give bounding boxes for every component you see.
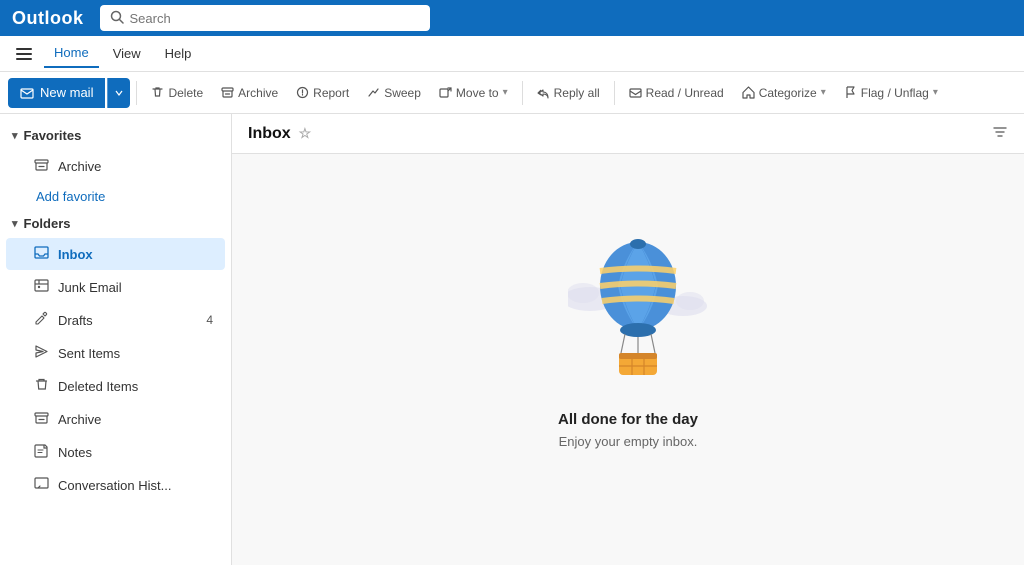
empty-subtitle: Enjoy your empty inbox. [559, 434, 698, 449]
search-box[interactable] [100, 5, 430, 31]
flag-unflag-button[interactable]: Flag / Unflag [836, 78, 946, 108]
sidebar: ▾ Favorites Archive Add favorite ▾ Folde… [0, 114, 232, 565]
drafts-label: Drafts [58, 313, 93, 328]
flag-unflag-label: Flag / Unflag [861, 86, 929, 100]
sidebar-item-junk[interactable]: Junk Email [6, 271, 225, 303]
inbox-title: Inbox [248, 125, 291, 143]
move-to-button[interactable]: Move to [431, 78, 516, 108]
move-to-label: Move to [456, 86, 499, 100]
delete-button[interactable]: Delete [143, 78, 211, 108]
conversation-label: Conversation Hist... [58, 478, 171, 493]
filter-icon[interactable] [992, 124, 1008, 143]
balloon-svg [568, 231, 708, 401]
junk-icon [34, 278, 50, 296]
menu-view[interactable]: View [103, 40, 151, 67]
drafts-icon [34, 311, 50, 329]
sidebar-item-sent[interactable]: Sent Items [6, 337, 225, 369]
reply-all-label: Reply all [554, 86, 600, 100]
empty-title: All done for the day [558, 411, 698, 428]
new-mail-button[interactable]: New mail [8, 78, 105, 108]
sidebar-item-deleted[interactable]: Deleted Items [6, 370, 225, 402]
archive-folder-icon [34, 410, 50, 428]
search-input[interactable] [130, 11, 420, 26]
deleted-icon [34, 377, 50, 395]
read-unread-button[interactable]: Read / Unread [621, 78, 732, 108]
sidebar-item-archive[interactable]: Archive [6, 403, 225, 435]
toolbar: New mail Delete Archive Report Sweep [0, 72, 1024, 114]
favorites-label: Favorites [24, 128, 82, 143]
sidebar-item-notes[interactable]: Notes [6, 436, 225, 468]
inbox-icon [34, 245, 50, 263]
sent-icon [34, 344, 50, 362]
favorites-section-header[interactable]: ▾ Favorites [0, 122, 231, 149]
toolbar-divider-2 [522, 81, 523, 105]
report-button[interactable]: Report [288, 78, 357, 108]
hamburger-button[interactable] [8, 40, 40, 68]
notes-icon [34, 443, 50, 461]
new-mail-label: New mail [40, 85, 93, 100]
archive-favorite-icon [34, 157, 50, 175]
conversation-icon [34, 476, 50, 494]
read-unread-label: Read / Unread [646, 86, 724, 100]
new-mail-dropdown-button[interactable] [107, 78, 130, 108]
archive-toolbar-button[interactable]: Archive [213, 78, 286, 108]
content-panel: Inbox ☆ [232, 114, 1024, 565]
notes-label: Notes [58, 445, 92, 460]
inbox-label: Inbox [58, 247, 93, 262]
sidebar-item-conversation[interactable]: Conversation Hist... [6, 469, 225, 501]
archive-toolbar-label: Archive [238, 86, 278, 100]
sidebar-item-inbox[interactable]: Inbox [6, 238, 225, 270]
content-header: Inbox ☆ [232, 114, 1024, 154]
report-label: Report [313, 86, 349, 100]
folders-label: Folders [24, 216, 71, 231]
add-favorite-button[interactable]: Add favorite [0, 183, 231, 210]
topbar: Outlook [0, 0, 1024, 36]
star-icon[interactable]: ☆ [299, 125, 312, 142]
menu-home[interactable]: Home [44, 39, 99, 68]
toolbar-divider-1 [136, 81, 137, 105]
delete-label: Delete [168, 86, 203, 100]
sidebar-item-archive-favorite[interactable]: Archive [6, 150, 225, 182]
folders-chevron-icon: ▾ [12, 217, 18, 230]
archive-favorite-label: Archive [58, 159, 101, 174]
menubar: Home View Help [0, 36, 1024, 72]
toolbar-divider-3 [614, 81, 615, 105]
sidebar-item-drafts[interactable]: Drafts 4 [6, 304, 225, 336]
balloon-illustration [568, 231, 688, 391]
empty-state: All done for the day Enjoy your empty in… [232, 154, 1024, 565]
archive-folder-label: Archive [58, 412, 101, 427]
drafts-badge: 4 [206, 313, 213, 327]
junk-label: Junk Email [58, 280, 122, 295]
favorites-chevron-icon: ▾ [12, 129, 18, 142]
deleted-label: Deleted Items [58, 379, 138, 394]
sent-label: Sent Items [58, 346, 120, 361]
sweep-button[interactable]: Sweep [359, 78, 429, 108]
categorize-button[interactable]: Categorize [734, 78, 834, 108]
menu-help[interactable]: Help [155, 40, 202, 67]
search-icon [110, 10, 124, 27]
reply-all-button[interactable]: Reply all [529, 78, 608, 108]
sweep-label: Sweep [384, 86, 421, 100]
folders-section-header[interactable]: ▾ Folders [0, 210, 231, 237]
brand-logo: Outlook [12, 8, 84, 29]
main-layout: ▾ Favorites Archive Add favorite ▾ Folde… [0, 114, 1024, 565]
categorize-label: Categorize [759, 86, 817, 100]
